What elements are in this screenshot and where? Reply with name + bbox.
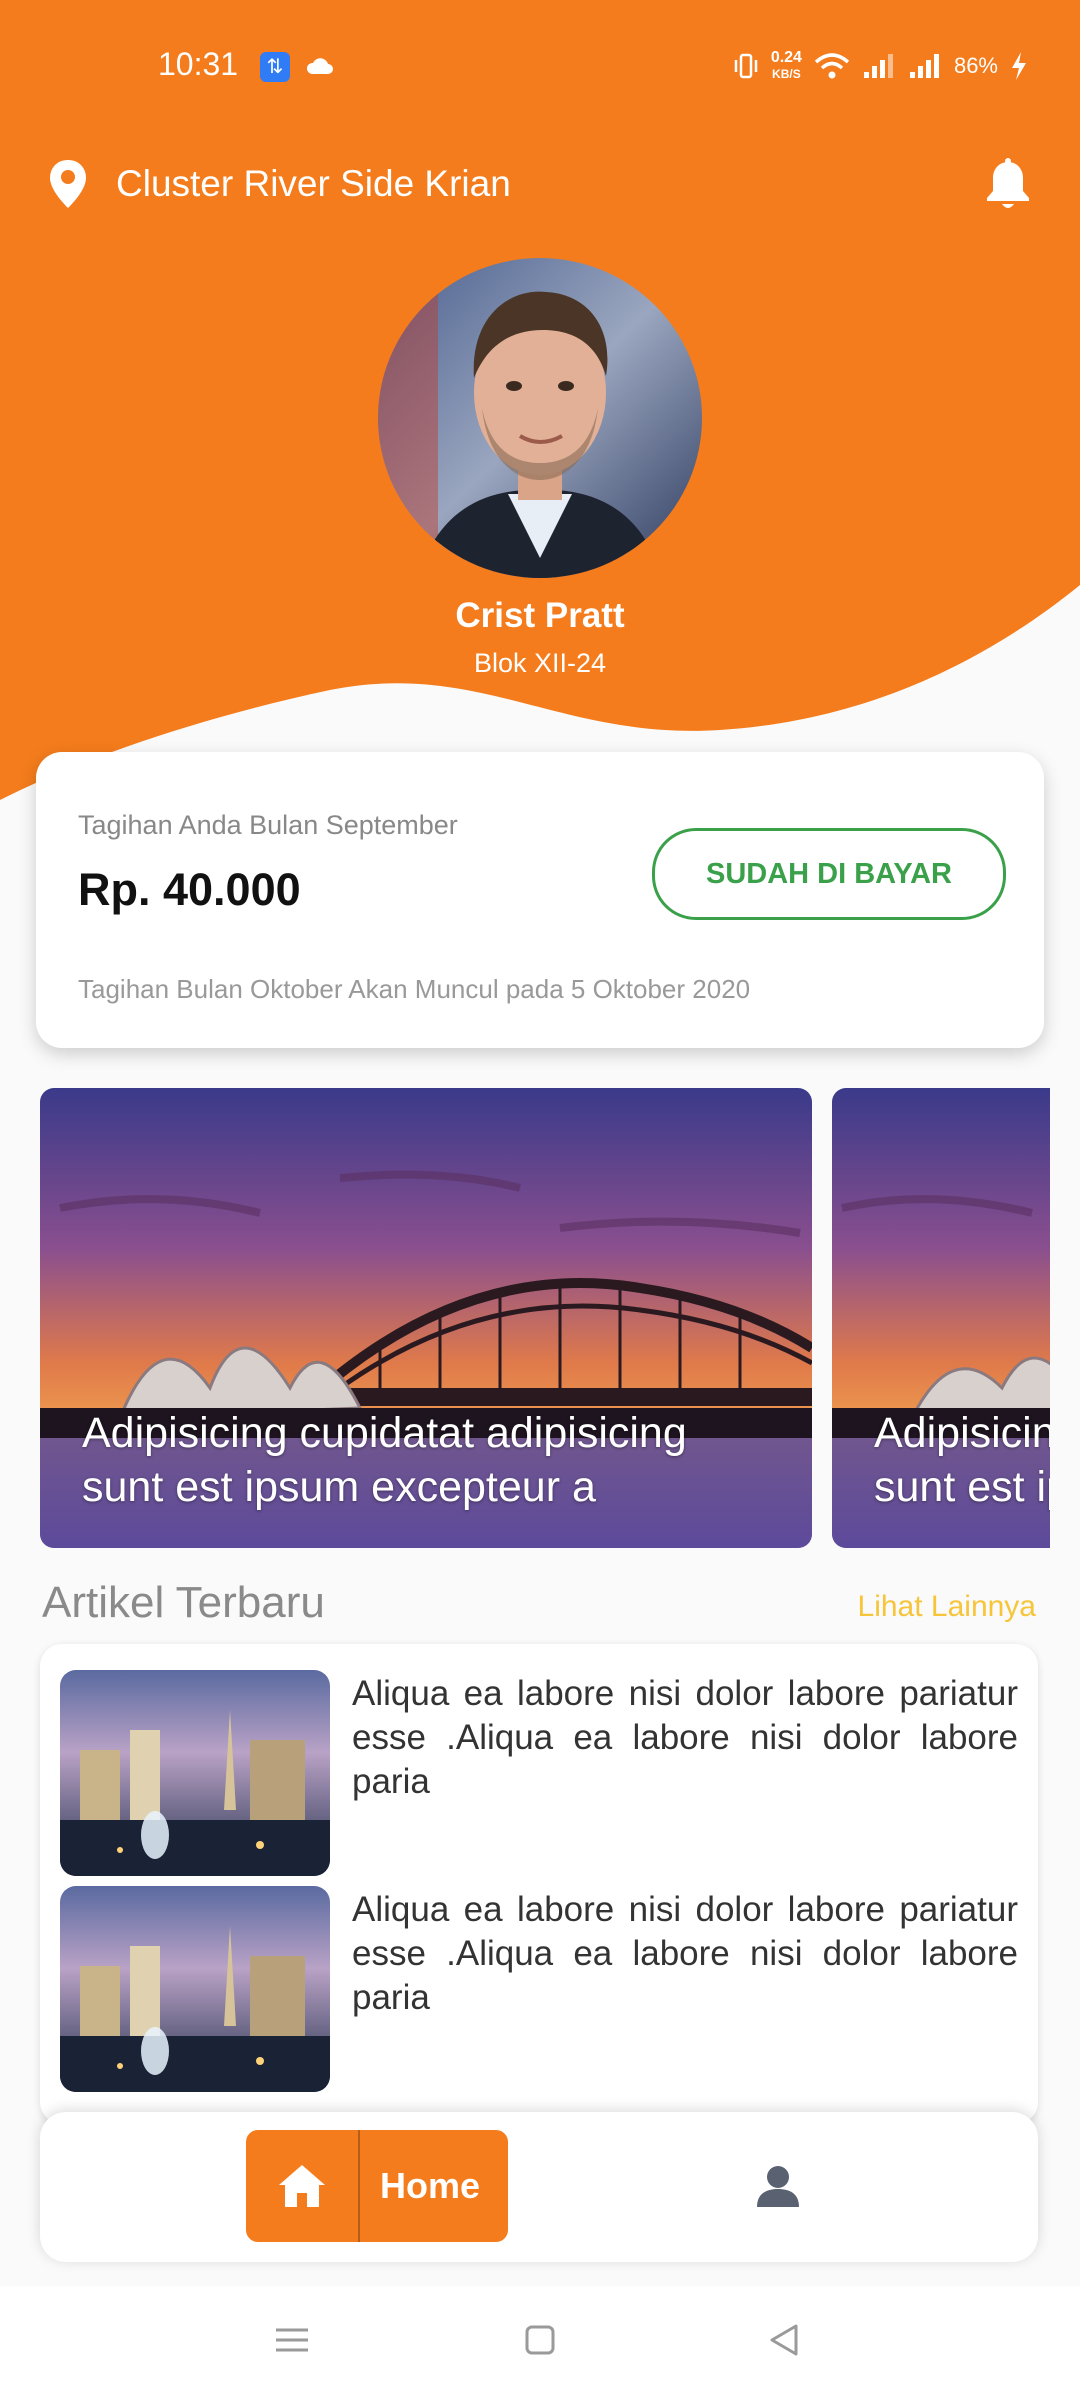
news-carousel[interactable]: Adipisicing cupidatat adipisicing sunt e…	[40, 1088, 1050, 1548]
user-name: Crist Pratt	[455, 596, 625, 635]
wifi-icon	[814, 53, 850, 79]
article-text: Aliqua ea labore nisi dolor labore paria…	[352, 1890, 1018, 2017]
cloud-icon	[306, 58, 333, 74]
signal-icon-2	[909, 54, 939, 78]
vibrate-icon	[734, 53, 758, 79]
home-icon	[246, 2130, 360, 2242]
signal-icon-1	[863, 54, 893, 78]
bill-note: Tagihan Bulan Oktober Akan Muncul pada 5…	[78, 974, 751, 1004]
articles-list: Aliqua ea labore nisi dolor labore paria…	[40, 1644, 1038, 2124]
network-speed: 0.24 KB/S	[771, 50, 802, 82]
home-square-icon[interactable]	[522, 2322, 558, 2358]
carousel-slide[interactable]: Adipisicing cupidatat adipisicing sunt e…	[40, 1088, 812, 1548]
speed-unit: KB/S	[772, 67, 801, 81]
map-pin-icon	[50, 160, 86, 208]
paid-status-button[interactable]: SUDAH DI BAYAR	[652, 828, 1006, 920]
battery-level: 86%	[953, 53, 998, 78]
status-right-group: 0.24 KB/S 86%	[733, 50, 1028, 82]
article-item[interactable]: Aliqua ea labore nisi dolor labore paria…	[60, 1670, 1022, 1876]
person-icon	[757, 2166, 799, 2207]
nav-home-button[interactable]: Home	[246, 2130, 508, 2242]
nav-home-label: Home	[380, 2165, 481, 2206]
speed-value: 0.24	[770, 49, 802, 66]
menu-icon[interactable]	[274, 2322, 310, 2358]
status-time: 10:31	[158, 46, 239, 82]
see-more-link[interactable]: Lihat Lainnya	[858, 1590, 1036, 1624]
user-block: Blok XII-24	[473, 648, 607, 678]
back-icon[interactable]	[766, 2322, 802, 2358]
system-navigation-bar	[0, 2286, 1080, 2400]
location-label: Cluster River Side Krian	[116, 163, 511, 204]
carousel-slide-title: Adipisicing cupidatat adipisicing sunt e…	[82, 1409, 687, 1511]
status-bar: 10:31 ⇅ 0.24 KB/S 86%	[0, 0, 1080, 136]
carousel-slide[interactable]: Adipisicing cupidatat adipisicing sunt e…	[832, 1088, 1050, 1548]
bill-caption: Tagihan Anda Bulan September	[78, 810, 458, 840]
usb-icon: ⇅	[260, 52, 290, 82]
location-selector[interactable]: Cluster River Side Krian	[48, 158, 511, 210]
article-thumbnail	[60, 1886, 330, 2092]
bell-icon[interactable]	[984, 158, 1032, 212]
user-avatar[interactable]	[378, 258, 702, 578]
charging-icon	[1012, 52, 1026, 80]
bill-card: Tagihan Anda Bulan September Rp. 40.000 …	[36, 752, 1044, 1048]
nav-profile-button[interactable]	[740, 2148, 816, 2224]
bottom-navigation: Home	[40, 2112, 1038, 2262]
articles-section-title: Artikel Terbaru	[42, 1578, 325, 1627]
article-item[interactable]: Aliqua ea labore nisi dolor labore paria…	[60, 1886, 1022, 2092]
carousel-slide-title: Adipisicing cupidatat adipisicing sunt e…	[874, 1409, 1050, 1511]
article-thumbnail	[60, 1670, 330, 1876]
bill-amount: Rp. 40.000	[78, 864, 301, 915]
article-text: Aliqua ea labore nisi dolor labore paria…	[352, 1674, 1018, 1801]
